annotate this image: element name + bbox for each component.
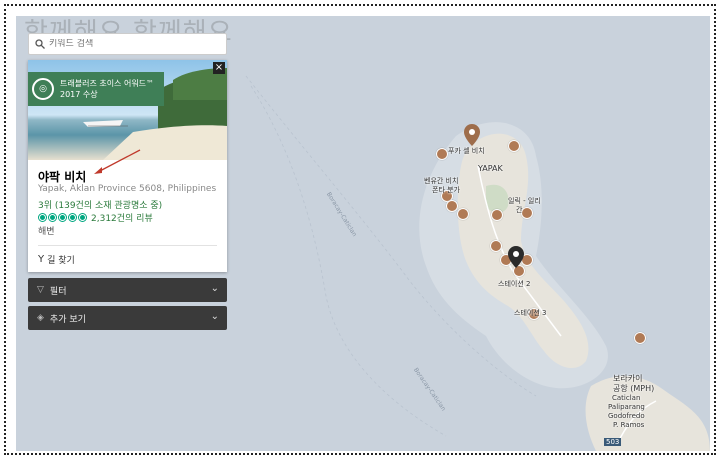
close-icon[interactable]: × (213, 62, 225, 74)
place-photo: ◎ 트래블러즈 초이스 어워드™ 2017 수상 × (28, 60, 227, 160)
attraction-marker[interactable] (446, 200, 458, 212)
directions-icon: Y (38, 254, 45, 265)
map-label-station-2: 스테이션 2 (498, 280, 531, 288)
layers-icon: ◈ (37, 313, 44, 323)
search-input[interactable] (49, 39, 219, 49)
divider (38, 245, 217, 246)
place-card: ◎ 트래블러즈 초이스 어워드™ 2017 수상 × 야팍 비치 Yapak, … (28, 60, 227, 272)
map-label-station-3: 스테이션 3 (514, 309, 547, 317)
map-label-caticlan: Caticlan (612, 394, 641, 402)
red-arrow-annotation (94, 149, 141, 174)
attraction-marker[interactable] (457, 208, 469, 220)
review-count: 2,312건의 리뷰 (91, 214, 153, 224)
rating-bubble-icon (68, 213, 77, 222)
chevron-down-icon: ⌄ (210, 311, 219, 322)
attraction-marker[interactable] (491, 209, 503, 221)
map-label-puka: 푸카 셸 비치 (448, 147, 485, 155)
directions-label: 길 찾기 (47, 256, 75, 266)
place-address: Yapak, Aklan Province 5608, Philippines (38, 184, 217, 194)
attraction-marker[interactable] (634, 332, 646, 344)
place-title[interactable]: 야팍 비치 (38, 168, 86, 185)
place-category: 해변 (38, 227, 55, 237)
screenshot-frame: Boracay-Caticlan Boracay-Caticlan 푸카 셸 비… (4, 4, 716, 455)
map-label-ilig: 일릭 - 일리 (508, 197, 541, 205)
rating-bubble-icon (58, 213, 67, 222)
map-label-airport-2: 공항 (MPH) (613, 384, 655, 393)
highway-shield: 503 (604, 438, 622, 446)
attraction-marker[interactable] (436, 148, 448, 160)
filter-icon: ▽ (37, 285, 44, 295)
award-title: 트래블러즈 초이스 어워드™ (60, 79, 155, 88)
travelers-choice-badge: ◎ 트래블러즈 초이스 어워드™ 2017 수상 (28, 72, 164, 106)
map-label-paliparang: Paliparang (608, 403, 645, 411)
more-button[interactable]: ◈ 추가 보기 ⌄ (28, 306, 227, 330)
more-label: 추가 보기 (49, 314, 86, 325)
rating-row[interactable]: 2,312건의 리뷰 (38, 211, 153, 224)
award-year: 2017 수상 (60, 90, 98, 99)
directions-link[interactable]: Y 길 찾기 (38, 253, 75, 266)
attraction-marker[interactable] (490, 240, 502, 252)
current-location-pin[interactable] (508, 246, 524, 268)
map-label-yapak: YAPAK (478, 164, 503, 173)
filter-button[interactable]: ▽ 필터 ⌄ (28, 278, 227, 302)
map-label-ramos: P. Ramos (613, 421, 645, 429)
place-ranking[interactable]: 3위 (139건의 소재 관광명소 중) (38, 198, 162, 211)
map-label-ilig-2: 간 (516, 206, 523, 214)
search-box[interactable] (28, 33, 227, 55)
search-icon (35, 39, 45, 49)
filter-label: 필터 (49, 286, 67, 297)
attraction-marker[interactable] (521, 207, 533, 219)
chevron-down-icon: ⌄ (210, 283, 219, 294)
rating-bubble-icon (48, 213, 57, 222)
map-label-beach-2: 폰타 분가 (432, 186, 460, 194)
map-label-godofredo: Godofredo (608, 412, 645, 420)
attraction-marker[interactable] (508, 140, 520, 152)
selected-location-pin[interactable] (464, 124, 480, 146)
rating-bubble-icon (78, 213, 87, 222)
rating-bubble-icon (38, 213, 47, 222)
owl-icon: ◎ (32, 78, 54, 100)
